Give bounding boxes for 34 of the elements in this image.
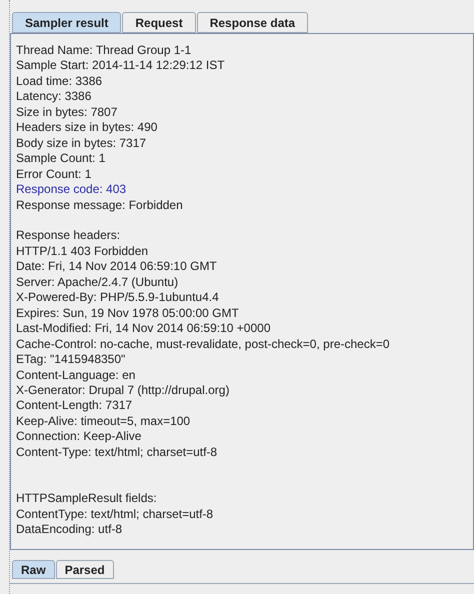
response-line: DataEncoding: utf-8 — [16, 522, 122, 538]
response-line: Expires: Sun, 19 Nov 1978 05:00:00 GMT — [16, 306, 239, 322]
response-line: Last-Modified: Fri, 14 Nov 2014 06:59:10 +0000 — [16, 321, 270, 337]
response-line: Date: Fri, 14 Nov 2014 06:59:10 GMT — [16, 259, 217, 275]
response-line: Size in bytes: 7807 — [16, 104, 118, 120]
response-line: ETag: "1415948350" — [16, 352, 126, 368]
response-line: ContentType: text/html; charset=utf-8 — [16, 506, 214, 522]
response-line: Response message: Forbidden — [16, 198, 183, 213]
tab[interactable]: Sampler result — [12, 12, 122, 33]
response-line: Content-Length: 7317 — [16, 398, 132, 414]
tab[interactable]: Parsed — [56, 560, 114, 579]
response-line: Server: Apache/2.4.7 (Ubuntu) — [16, 274, 178, 290]
response-line: X-Powered-By: PHP/5.5.9-1ubuntu4.4 — [16, 290, 219, 306]
response-line: Cache-Control: no-cache, must-revalidate, post-check=0, pre-check=0 — [16, 336, 390, 352]
response-line: Connection: Keep-Alive — [16, 429, 142, 445]
response-line: Headers size in bytes: 490 — [16, 120, 158, 136]
response-line: X-Generator: Drupal 7 (http://drupal.org) — [16, 382, 230, 398]
response-line: Keep-Alive: timeout=5, max=100 — [16, 414, 190, 430]
response-line: HTTPSampleResult fields: — [16, 491, 157, 507]
response-line: Sample Start: 2014-11-14 12:29:12 IST — [16, 58, 225, 74]
tab[interactable]: Response data — [196, 12, 308, 33]
response-line: HTTP/1.1 403 Forbidden — [16, 244, 148, 260]
response-line: Load time: 3386 — [16, 74, 102, 90]
response-line: Thread Name: Thread Group 1-1 — [16, 43, 192, 58]
response-line: Latency: 3386 — [16, 89, 92, 105]
response-line: Content-Type: text/html; charset=utf-8 — [16, 444, 218, 460]
response-line: Content-Language: en — [16, 368, 136, 383]
response-line: Error Count: 1 — [16, 166, 92, 182]
tab[interactable]: Raw — [12, 560, 55, 579]
response-line: Body size in bytes: 7317 — [16, 136, 146, 152]
response-line: Sample Count: 1 — [16, 151, 106, 167]
tab[interactable]: Request — [122, 12, 196, 33]
response-line: Response code: 403 — [16, 182, 126, 198]
response-line: Response headers: — [16, 228, 120, 244]
